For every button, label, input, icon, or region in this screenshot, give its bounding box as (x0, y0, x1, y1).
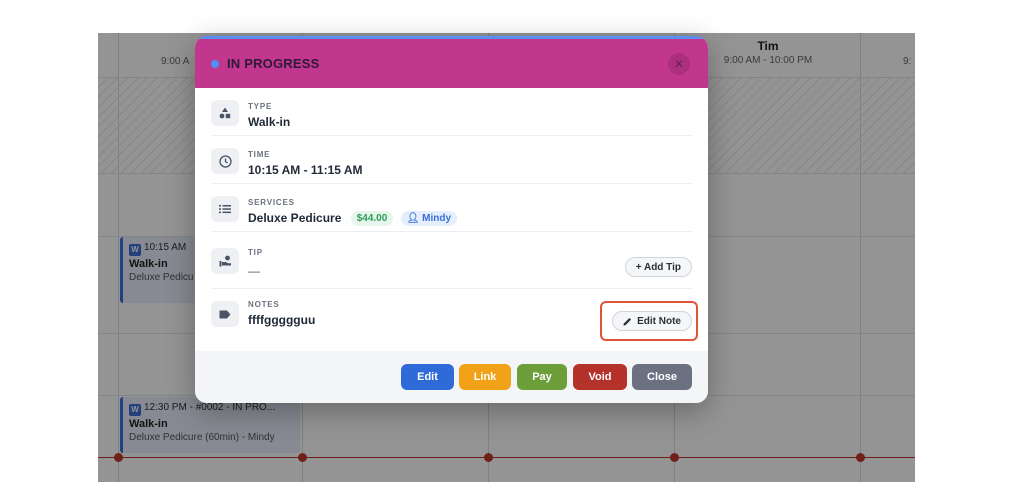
status-title: IN PROGRESS (227, 56, 320, 71)
shapes-icon (211, 100, 239, 126)
notes-value: ffffggggguu (248, 313, 316, 327)
edit-button[interactable]: Edit (401, 364, 454, 390)
field-notes: NOTES ffffggggguu Edit Note (211, 289, 698, 347)
modal-footer: Edit Link Pay Void Close (195, 351, 708, 403)
clock-icon (211, 148, 239, 174)
tip-value: — (248, 264, 260, 278)
services-value: Deluxe Pedicure $44.00 👤︎ Mindy (248, 211, 458, 226)
field-tip: TIP — + Add Tip (211, 232, 692, 289)
add-tip-button[interactable]: + Add Tip (624, 257, 692, 277)
time-label: TIME (248, 150, 271, 159)
status-dot (211, 60, 219, 68)
link-button[interactable]: Link (459, 364, 511, 390)
tag-icon (211, 301, 239, 327)
services-label: SERVICES (248, 198, 295, 207)
pay-button[interactable]: Pay (517, 364, 567, 390)
field-type: TYPE Walk-in (211, 88, 692, 136)
type-label: TYPE (248, 102, 273, 111)
edit-note-label: Edit Note (637, 315, 681, 327)
service-name: Deluxe Pedicure (248, 211, 342, 225)
void-button[interactable]: Void (573, 364, 627, 390)
close-button[interactable]: Close (632, 364, 692, 390)
type-value: Walk-in (248, 115, 291, 129)
list-icon (211, 196, 239, 222)
person-icon: 👤︎ (406, 213, 420, 224)
modal-header: IN PROGRESS ✕ (195, 36, 708, 88)
appointment-detail-modal: IN PROGRESS ✕ TYPE Walk-in TIME 10:15 AM… (195, 36, 708, 403)
notes-label: NOTES (248, 300, 280, 309)
close-icon[interactable]: ✕ (668, 53, 690, 75)
service-staff-name: Mindy (422, 213, 452, 224)
time-value: 10:15 AM - 11:15 AM (248, 163, 363, 177)
field-services: SERVICES Deluxe Pedicure $44.00 👤︎ Mindy (211, 184, 692, 232)
hand-coin-icon (211, 248, 239, 274)
service-staff-chip: 👤︎ Mindy (400, 211, 458, 226)
service-price-chip: $44.00 (350, 211, 394, 226)
edit-note-button[interactable]: Edit Note (612, 311, 692, 331)
tip-label: TIP (248, 248, 263, 257)
pencil-icon (623, 317, 632, 325)
modal-body: TYPE Walk-in TIME 10:15 AM - 11:15 AM SE… (195, 88, 708, 347)
field-time: TIME 10:15 AM - 11:15 AM (211, 136, 692, 184)
